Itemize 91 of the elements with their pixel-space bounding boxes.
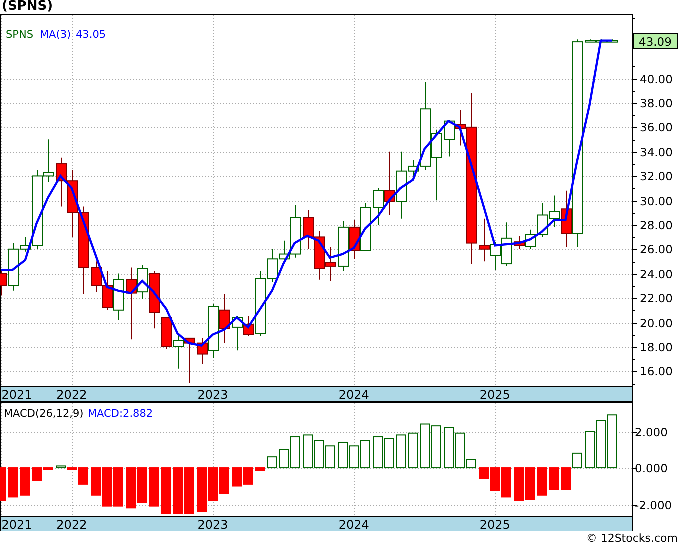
histogram-bar — [243, 468, 253, 485]
histogram-bar — [572, 452, 582, 469]
histogram-bar — [585, 431, 595, 469]
histogram-bar — [561, 468, 571, 490]
candlestick — [349, 220, 360, 260]
candlestick — [325, 246, 336, 282]
copyright-text[interactable]: © 12Stocks.com — [586, 531, 678, 546]
histogram-bar — [0, 468, 6, 502]
histogram-bar — [184, 468, 194, 514]
year-label: 2021 — [2, 388, 32, 402]
candlestick — [184, 338, 195, 384]
histogram-bar — [267, 456, 277, 469]
histogram-bar — [525, 468, 535, 500]
price-axis-label: 24.00 — [640, 268, 673, 282]
histogram-bar — [197, 468, 207, 512]
price-axis-label: 28.00 — [640, 218, 673, 232]
candlestick — [91, 261, 102, 293]
price-axis-label: 26.00 — [640, 242, 673, 256]
histogram-bar — [126, 468, 136, 509]
candlestick — [360, 202, 371, 252]
price-axis-label: 22.00 — [640, 292, 673, 306]
candlestick — [56, 157, 67, 208]
histogram-bar — [537, 468, 547, 496]
year-label: 2021 — [2, 518, 32, 531]
histogram-bar — [255, 468, 265, 472]
candlestick — [338, 220, 349, 272]
legend-label: 43.05 — [76, 29, 106, 41]
histogram-bar — [360, 440, 370, 469]
histogram-bar — [338, 442, 348, 469]
candlestick — [444, 120, 455, 158]
candlestick — [303, 210, 314, 250]
histogram-bar — [514, 468, 524, 502]
price-axis-label: 36.00 — [640, 120, 673, 134]
histogram-bar — [549, 468, 559, 490]
histogram-bar — [161, 468, 171, 514]
histogram-bar — [314, 440, 324, 469]
year-label: 2023 — [198, 388, 228, 402]
histogram-bar — [208, 468, 218, 502]
macd-axis-label: 0.000 — [635, 462, 668, 476]
price-axis-label: 20.00 — [640, 316, 673, 330]
year-label: 2022 — [56, 388, 88, 402]
price-axis-label: 32.00 — [640, 170, 673, 184]
candlestick — [67, 170, 78, 238]
histogram-bar — [20, 468, 30, 496]
histogram-bar — [431, 426, 441, 469]
candlestick — [113, 273, 124, 321]
histogram-bar — [325, 446, 335, 469]
histogram-bar — [373, 436, 383, 469]
histogram-bar — [232, 468, 242, 487]
histogram-bar — [91, 468, 101, 496]
year-label: 2024 — [338, 388, 370, 402]
year-label: 2022 — [56, 518, 88, 531]
chart-title: (SPNS) — [2, 0, 54, 14]
histogram-bar — [113, 468, 123, 507]
year-label: 2023 — [198, 518, 228, 531]
histogram-bar — [501, 468, 511, 498]
histogram-bar — [444, 427, 454, 469]
macd-axis-label: -2.000 — [635, 498, 672, 512]
year-label: 2024 — [338, 518, 370, 531]
histogram-bar — [102, 468, 112, 507]
histogram-bar — [384, 438, 394, 469]
candlestick — [219, 294, 230, 344]
histogram-bar — [303, 434, 313, 469]
histogram-bar — [420, 424, 430, 469]
legend-label: MA(3) — [40, 29, 72, 41]
legend-label: SPNS — [6, 29, 34, 41]
histogram-bar — [607, 414, 617, 469]
macd-axis-label: 2.000 — [635, 426, 668, 440]
price-axis-label: 38.00 — [640, 96, 673, 110]
histogram-bar — [219, 468, 229, 494]
histogram-bar — [596, 420, 606, 469]
price-axis-label: 30.00 — [640, 194, 673, 208]
year-label: 2025 — [480, 518, 510, 531]
legend-label: MACD(26,12,9) — [4, 408, 84, 420]
price-tag: 43.09 — [634, 33, 678, 50]
histogram-bar — [137, 468, 147, 504]
price-axis-label: 18.00 — [640, 340, 673, 354]
candlestick — [314, 230, 325, 280]
histogram-bar — [149, 468, 159, 507]
price-axis-label: 34.00 — [640, 146, 673, 160]
legend-label: MACD:2.882 — [88, 408, 154, 420]
histogram-bar — [8, 468, 18, 498]
price-axis-label: 16.00 — [640, 364, 673, 378]
histogram-bar — [408, 432, 418, 469]
histogram-bar — [349, 446, 359, 469]
histogram-bar — [173, 468, 183, 514]
histogram-bar — [396, 434, 406, 469]
candlestick — [102, 270, 113, 311]
candlestick — [173, 334, 184, 370]
year-label: 2025 — [480, 388, 510, 402]
price-axis-label: 40.00 — [640, 72, 673, 86]
